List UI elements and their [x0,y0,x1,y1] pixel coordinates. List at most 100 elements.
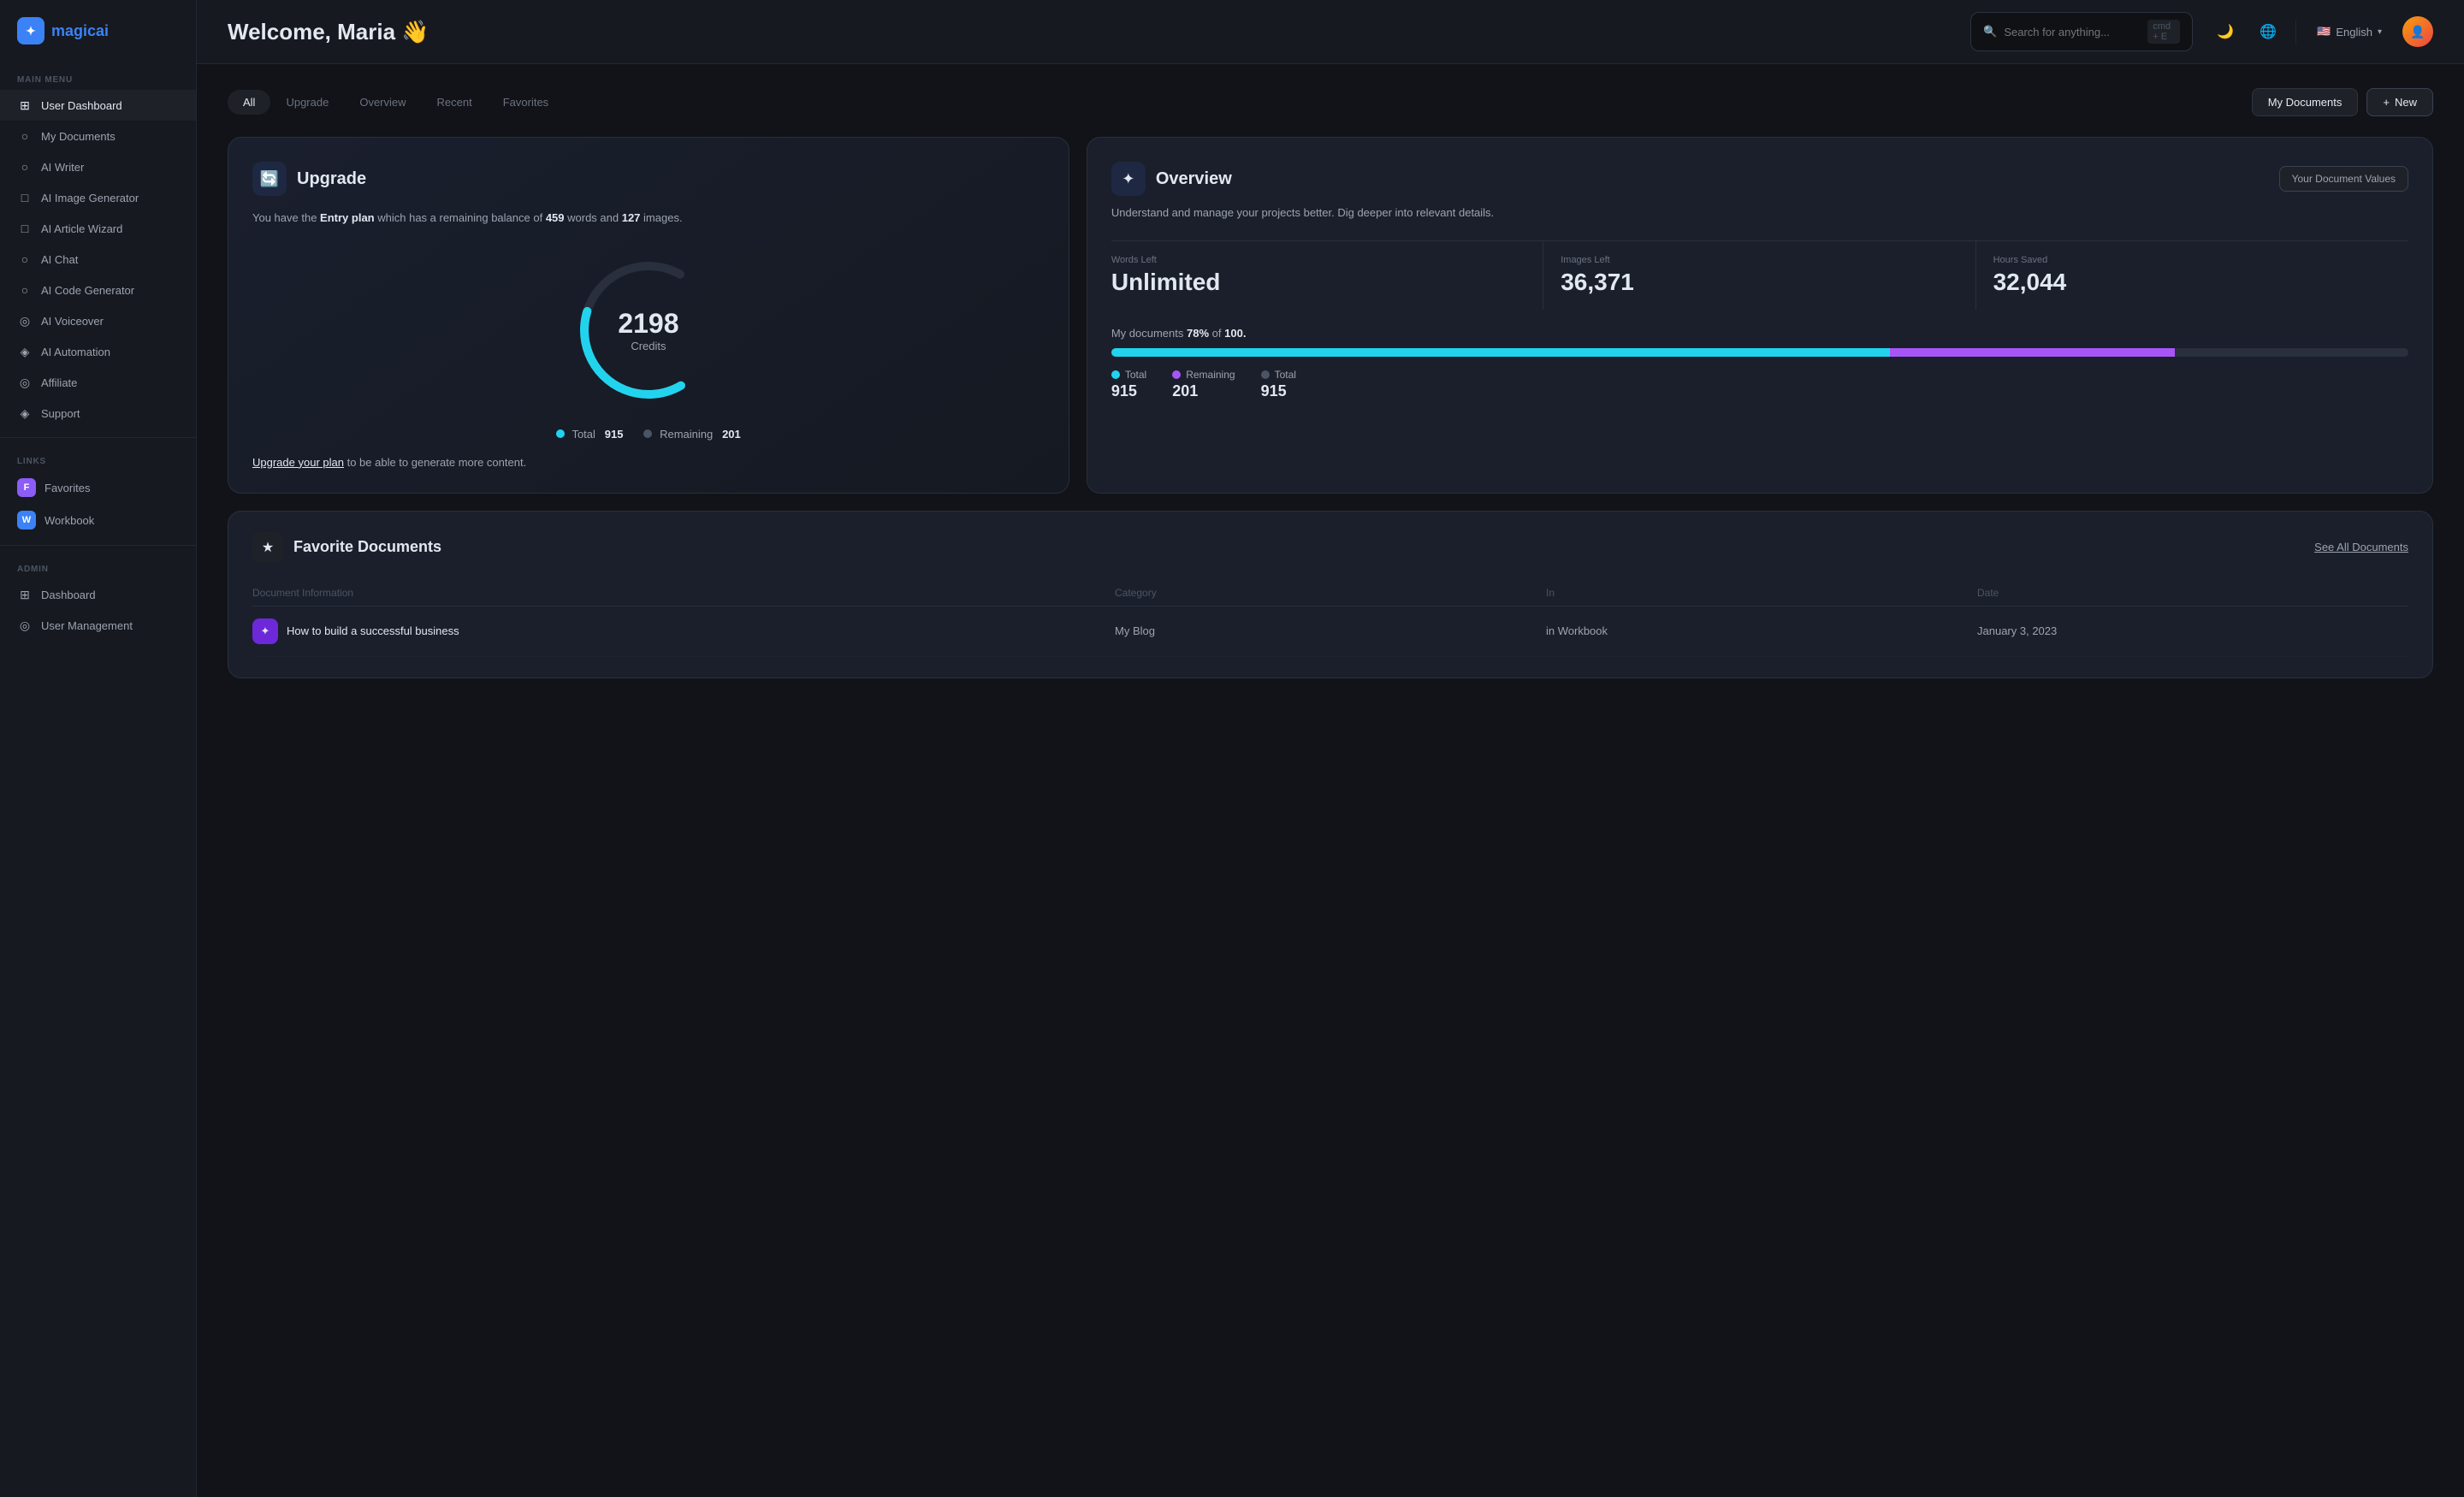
doc-date: January 3, 2023 [1977,624,2408,637]
sidebar-item-user-management[interactable]: ◎ User Management [0,610,196,641]
new-button[interactable]: + New [2366,88,2433,116]
search-icon: 🔍 [1983,25,1997,38]
sidebar-item-label: AI Writer [41,161,84,174]
hours-saved-label: Hours Saved [1993,255,2408,265]
words-left-label: Words Left [1111,255,1543,265]
support-icon: ◈ [17,405,33,421]
overview-card: ✦ Overview Your Document Values Understa… [1087,137,2433,494]
legend-total: Total 915 [556,428,623,441]
sidebar-link-favorites[interactable]: F Favorites [0,471,196,504]
upgrade-card: 🔄 Upgrade You have the Entry plan which … [228,137,1069,494]
table-header: Document Information Category In Date [252,580,2408,606]
sidebar-item-label: AI Chat [41,253,78,266]
sidebar-item-affiliate[interactable]: ◎ Affiliate [0,367,196,398]
logo-text: magicai [51,22,109,40]
upgrade-card-header: 🔄 Upgrade [252,162,1045,196]
sidebar-item-label: Dashboard [41,589,96,601]
tab-upgrade[interactable]: Upgrade [270,90,344,115]
sidebar-link-workbook[interactable]: W Workbook [0,504,196,536]
avatar-image: 👤 [2402,16,2433,47]
tab-all[interactable]: All [228,90,270,115]
upgrade-icon: 🔄 [252,162,287,196]
main-menu-label: MAIN MENU [0,65,196,90]
fav-title: Favorite Documents [293,538,441,556]
admin-label: ADMIN [0,554,196,579]
my-documents-button[interactable]: My Documents [2252,88,2359,116]
flag-icon: 🇺🇸 [2317,25,2331,38]
overview-header: ✦ Overview Your Document Values [1111,162,2408,196]
header: Welcome, Maria 👋 🔍 cmd + E 🌙 🌐 🇺🇸 Englis… [197,0,2464,64]
sidebar-item-my-documents[interactable]: ○ My Documents [0,121,196,151]
dark-mode-toggle[interactable]: 🌙 [2210,16,2241,47]
col-date: Date [1977,587,2408,599]
sidebar-item-label: Support [41,407,80,420]
sidebar-item-label: User Dashboard [41,99,122,112]
sidebar: ✦ magicai MAIN MENU ⊞ User Dashboard ○ M… [0,0,197,1497]
sidebar-item-ai-article-wizard[interactable]: □ AI Article Wizard [0,213,196,244]
sidebar-item-ai-image-generator[interactable]: □ AI Image Generator [0,182,196,213]
workbook-badge: W [17,511,36,530]
your-document-values-button[interactable]: Your Document Values [2279,166,2408,192]
sidebar-item-support[interactable]: ◈ Support [0,398,196,429]
sidebar-item-ai-automation[interactable]: ◈ AI Automation [0,336,196,367]
purple-dot [1172,370,1181,379]
progress-legend: Total 915 Remaining 201 [1111,369,2408,400]
admin-dashboard-icon: ⊞ [17,587,33,602]
sidebar-item-ai-writer[interactable]: ○ AI Writer [0,151,196,182]
favorites-badge: F [17,478,36,497]
see-all-documents-link[interactable]: See All Documents [2314,541,2408,553]
plus-icon: + [2383,96,2390,109]
search-shortcut: cmd + E [2147,20,2180,44]
dashboard-icon: ⊞ [17,98,33,113]
stats-row: Words Left Unlimited Images Left 36,371 … [1111,240,2408,310]
col-document-info: Document Information [252,587,1115,599]
header-divider [2295,20,2296,44]
doc-icon: ✦ [252,618,278,644]
progress-section: My documents 78% of 100. Total [1111,327,2408,400]
tabs-actions: My Documents + New [2252,88,2433,116]
tab-favorites[interactable]: Favorites [488,90,564,115]
overview-title: Overview [1156,169,1232,189]
total-dot [556,429,565,438]
main-content: Welcome, Maria 👋 🔍 cmd + E 🌙 🌐 🇺🇸 Englis… [197,0,2464,1497]
sidebar-item-ai-code-generator[interactable]: ○ AI Code Generator [0,275,196,305]
voiceover-icon: ◎ [17,313,33,328]
sidebar-item-ai-chat[interactable]: ○ AI Chat [0,244,196,275]
language-selector[interactable]: 🇺🇸 English ▾ [2308,20,2390,44]
sidebar-item-ai-voiceover[interactable]: ◎ AI Voiceover [0,305,196,336]
page-title: Welcome, Maria 👋 [228,19,1953,45]
logo[interactable]: ✦ magicai [0,17,196,65]
language-label: English [2336,26,2372,38]
avatar[interactable]: 👤 [2402,16,2433,47]
chart-center: 2198 Credits [618,308,678,352]
sidebar-item-dashboard[interactable]: ⊞ Dashboard [0,579,196,610]
words-left-stat: Words Left Unlimited [1111,241,1543,310]
sidebar-item-user-dashboard[interactable]: ⊞ User Dashboard [0,90,196,121]
hours-saved-value: 32,044 [1993,269,2408,296]
automation-icon: ◈ [17,344,33,359]
favorites-label: Favorites [44,482,90,494]
doc-name: ✦ How to build a successful business [252,618,1115,644]
words-left-value: Unlimited [1111,269,1543,296]
legend-gray: Total 915 [1261,369,1296,400]
logo-symbol: ✦ [26,24,36,38]
doc-location: in Workbook [1546,624,1977,637]
favorite-documents-section: ★ Favorite Documents See All Documents D… [228,511,2433,678]
col-category: Category [1115,587,1546,599]
hours-saved-stat: Hours Saved 32,044 [1976,241,2408,310]
user-management-icon: ◎ [17,618,33,633]
tab-overview[interactable]: Overview [344,90,421,115]
col-in: In [1546,587,1977,599]
remaining-dot [643,429,652,438]
search-bar[interactable]: 🔍 cmd + E [1970,12,2193,51]
sidebar-item-label: AI Article Wizard [41,222,122,235]
doc-category: My Blog [1115,624,1546,637]
search-input[interactable] [2004,26,2141,38]
upgrade-link-text: Upgrade your plan to be able to generate… [252,456,1045,469]
cards-row: 🔄 Upgrade You have the Entry plan which … [228,137,2433,494]
upgrade-plan-link[interactable]: Upgrade your plan [252,456,344,469]
tab-recent[interactable]: Recent [422,90,488,115]
images-left-stat: Images Left 36,371 [1543,241,1975,310]
globe-icon[interactable]: 🌐 [2253,16,2283,47]
legend-purple: Remaining 201 [1172,369,1235,400]
